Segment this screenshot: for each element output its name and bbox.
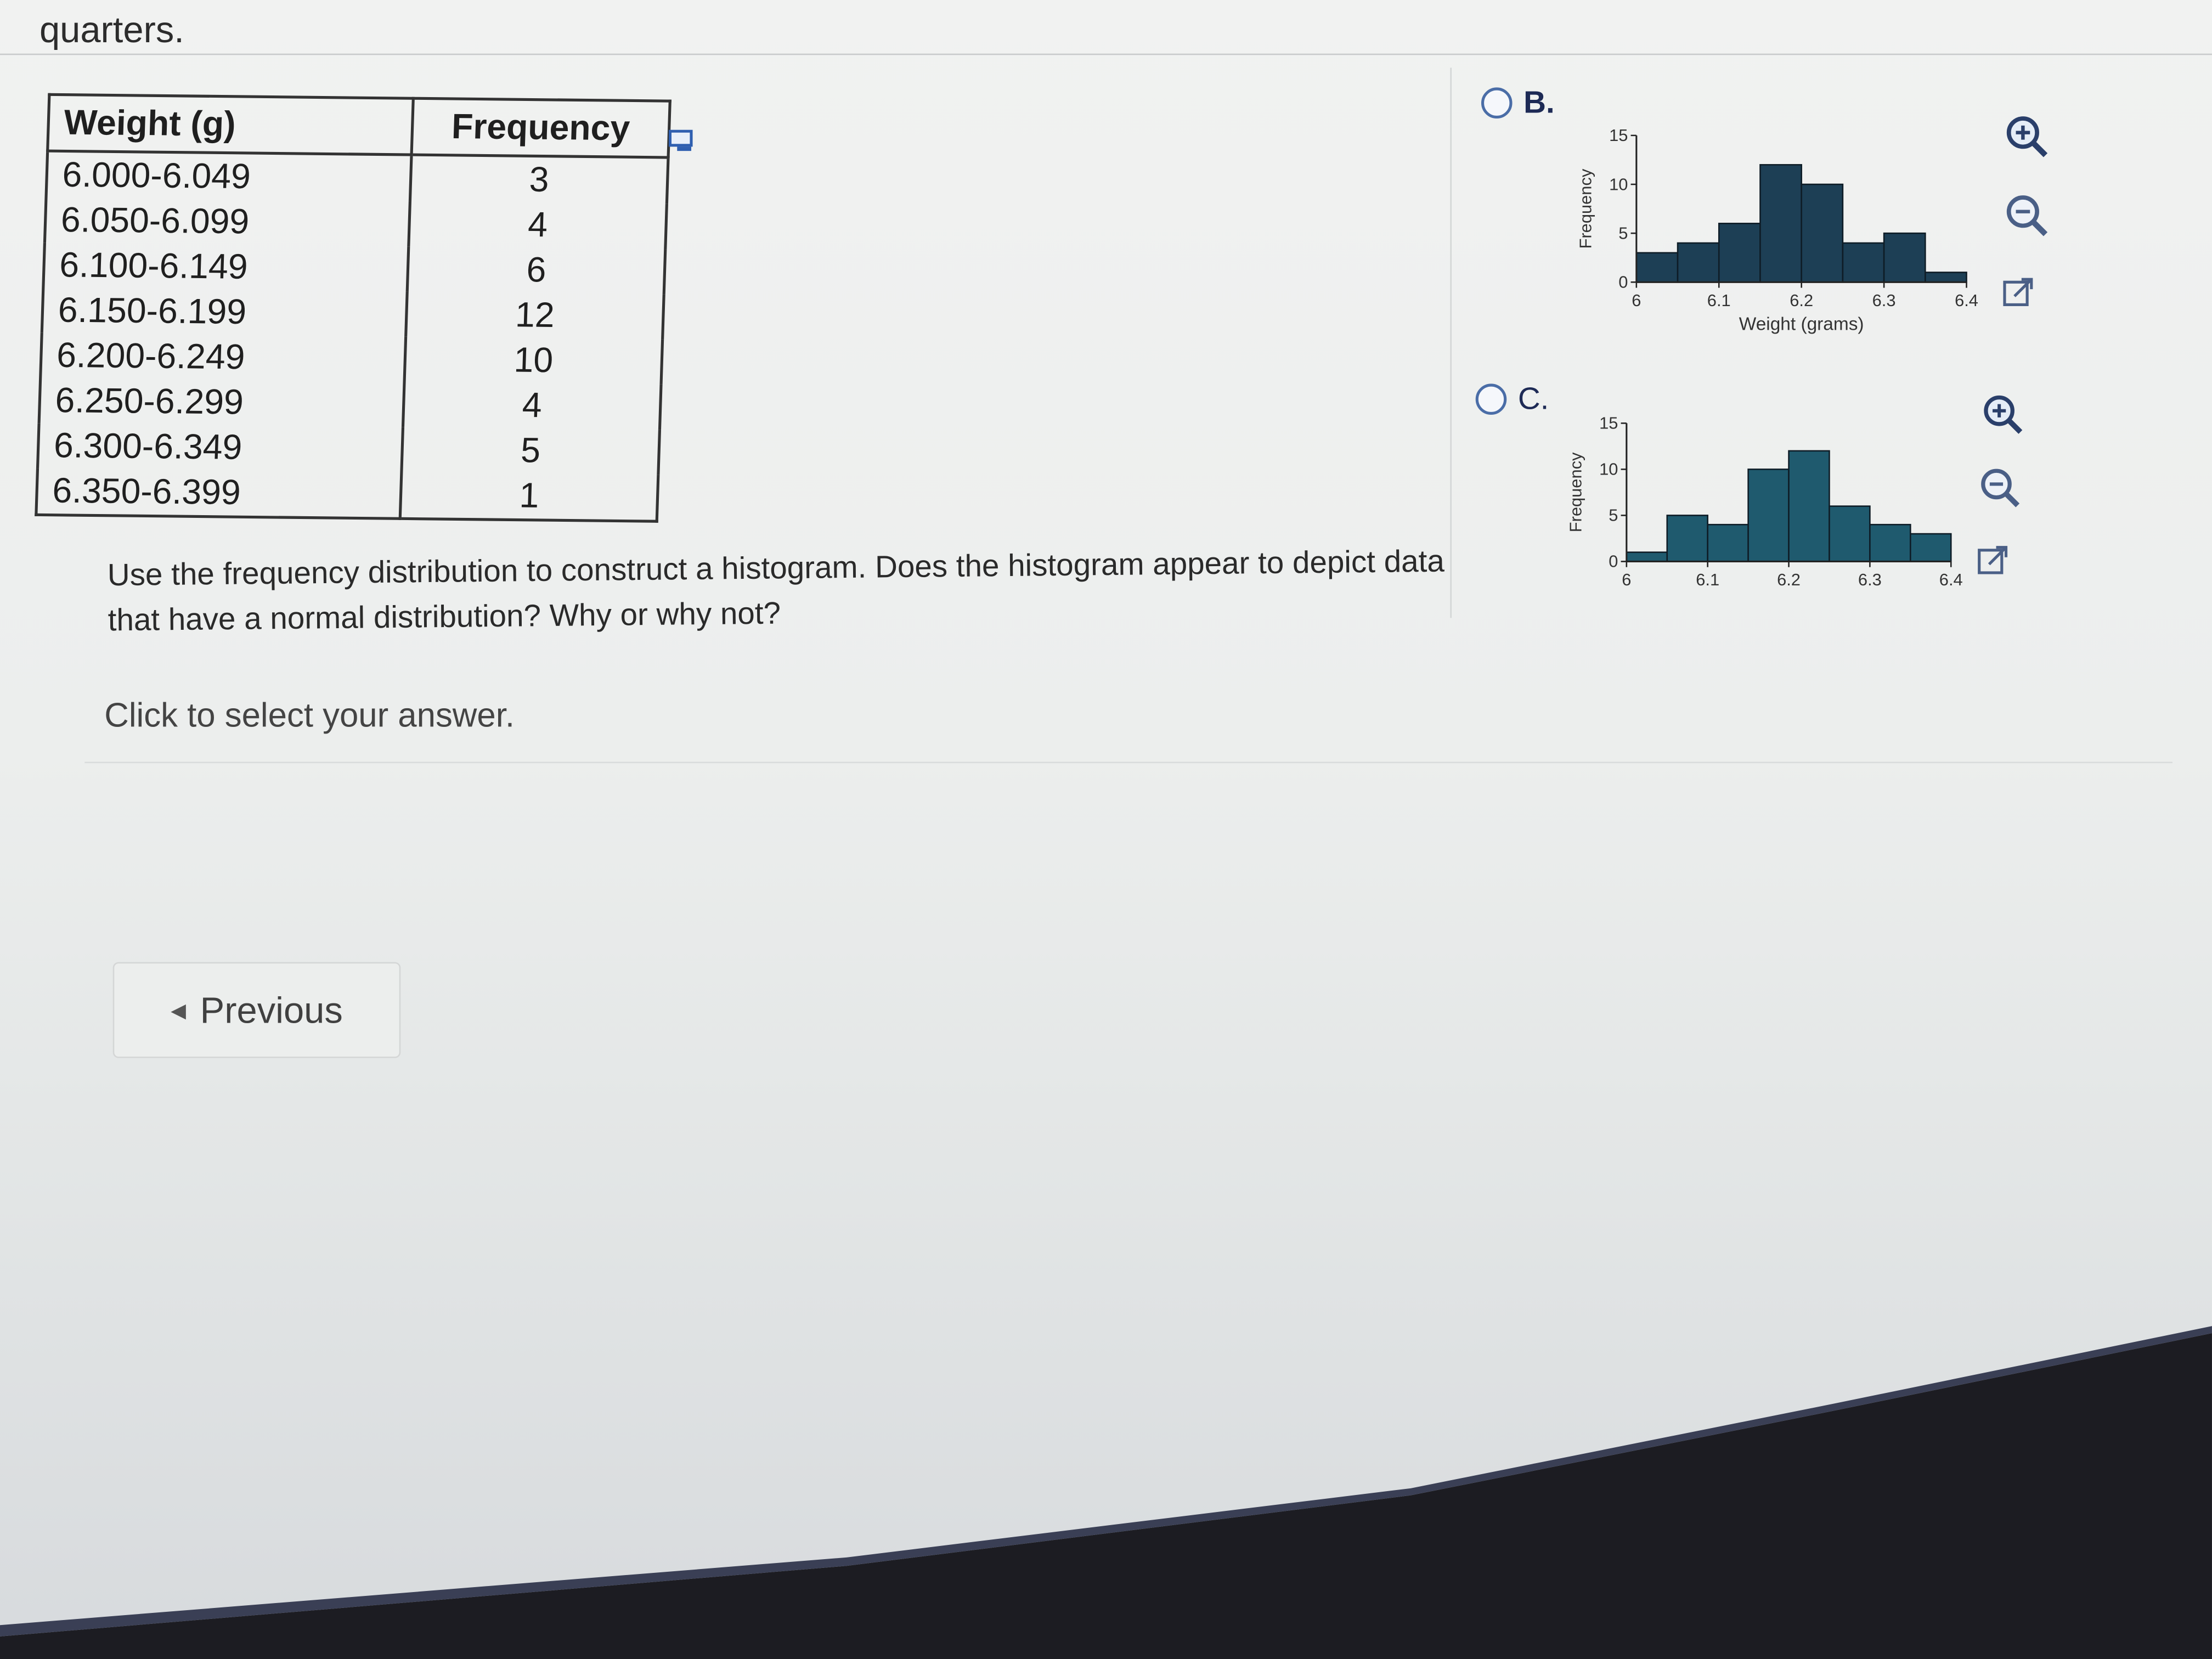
divider	[84, 761, 2172, 764]
weight-cell: 6.000-6.049	[46, 151, 412, 201]
column-header-weight: Weight (g)	[47, 94, 414, 155]
x-axis-label: Weight (grams)	[1739, 314, 1864, 335]
histogram-bar	[1829, 505, 1871, 562]
option-c-radio[interactable]	[1475, 383, 1507, 415]
histogram-bar	[1801, 183, 1844, 283]
histogram-bar	[1635, 252, 1679, 283]
frequency-cell: 3	[410, 155, 669, 204]
frequency-table: Weight (g) Frequency 6.000-6.049 3 6.050-…	[35, 93, 672, 523]
x-tick-label: 6.2	[1790, 291, 1813, 310]
popout-icon[interactable]	[1975, 541, 2012, 578]
x-tick-label: 6.3	[1858, 570, 1882, 589]
option-b-radio[interactable]	[1481, 87, 1513, 119]
x-tick-label: 6.4	[1939, 570, 1963, 589]
screen: quarters. Weight (g) Frequency 6.000-6.0…	[0, 0, 2212, 1659]
table-row: 6.300-6.349 5	[37, 423, 660, 475]
weight-cell: 6.250-6.299	[39, 378, 405, 427]
question-fragment: quarters.	[39, 8, 184, 51]
option-b-letter: B.	[1523, 84, 1555, 120]
histogram-bar	[1759, 164, 1802, 283]
table-row: 6.100-6.149 6	[43, 242, 665, 295]
y-tick-label: 0	[1609, 552, 1618, 571]
frequency-cell: 1	[400, 472, 658, 522]
frequency-cell: 6	[407, 246, 665, 295]
column-header-frequency: Frequency	[411, 98, 670, 157]
zoom-out-icon[interactable]	[1978, 466, 2023, 511]
histogram-bar	[1707, 523, 1749, 562]
x-tick-label: 6.3	[1872, 291, 1896, 310]
histogram-bar	[1788, 450, 1830, 562]
divider	[0, 53, 2212, 55]
histogram-bar	[1883, 232, 1926, 283]
y-tick-label: 5	[1609, 506, 1618, 525]
table-row: 6.200-6.249 10	[40, 332, 663, 385]
frequency-cell: 4	[408, 201, 667, 250]
table-row: 6.050-6.099 4	[44, 197, 667, 250]
y-tick-label: 15	[1599, 414, 1618, 433]
question-text: Use the frequency distribution to constr…	[107, 543, 1445, 638]
table-row: 6.350-6.399 1	[36, 468, 658, 522]
option-b[interactable]: B.	[1481, 84, 1555, 121]
table-row: 6.150-6.199 12	[42, 287, 664, 340]
column-divider	[1450, 67, 1452, 618]
histogram-c: 0 5 10 15 6 6.1 6.2 6.3 6.4 Frequency	[1566, 414, 1963, 589]
weight-cell: 6.350-6.399	[36, 468, 402, 519]
histogram-bar	[1842, 242, 1885, 283]
y-tick-label: 0	[1618, 273, 1628, 292]
weight-cell: 6.150-6.199	[42, 287, 408, 337]
answer-hint: Click to select your answer.	[104, 697, 515, 735]
x-tick-label: 6.1	[1707, 291, 1731, 310]
frequency-cell: 12	[405, 291, 664, 340]
y-axis-label: Frequency	[1566, 452, 1585, 532]
copy-table-icon[interactable]	[668, 129, 697, 153]
y-axis-label: Frequency	[1576, 168, 1595, 249]
histogram-bar	[1910, 533, 1952, 562]
histogram-bar	[1747, 469, 1790, 562]
y-tick-label: 10	[1609, 174, 1628, 194]
y-tick-label: 5	[1618, 223, 1628, 242]
frequency-cell: 10	[404, 336, 663, 385]
histogram-bar	[1718, 223, 1761, 283]
x-tick-label: 6	[1622, 570, 1631, 589]
previous-button-label: Previous	[200, 988, 343, 1031]
previous-button[interactable]: ◀ Previous	[112, 962, 401, 1058]
zoom-in-icon[interactable]	[1980, 392, 2025, 437]
histogram-bar	[1666, 515, 1708, 562]
zoom-in-icon[interactable]	[2003, 113, 2051, 161]
histogram-b: 0 5 10 15 6 6.1 6.2 6.3 6.4 Frequency Weight (gram…	[1576, 126, 1978, 335]
x-tick-label: 6.4	[1955, 291, 1978, 310]
y-tick-label: 10	[1599, 460, 1618, 479]
chevron-left-icon: ◀	[171, 998, 186, 1021]
histogram-bar	[1869, 523, 1911, 562]
table-header-row: Weight (g) Frequency	[47, 94, 670, 157]
popout-icon[interactable]	[2000, 274, 2037, 311]
x-tick-label: 6.1	[1696, 570, 1719, 589]
weight-cell: 6.300-6.349	[37, 423, 403, 472]
option-c[interactable]: C.	[1475, 381, 1549, 417]
frequency-cell: 4	[403, 381, 662, 430]
histogram-bar	[1626, 551, 1668, 562]
frequency-cell: 5	[401, 427, 660, 475]
weight-cell: 6.100-6.149	[43, 242, 409, 292]
x-tick-label: 6.2	[1777, 570, 1801, 589]
table-row: 6.000-6.049 3	[46, 151, 669, 204]
x-tick-label: 6	[1632, 291, 1641, 310]
weight-cell: 6.050-6.099	[44, 197, 410, 247]
table-row: 6.250-6.299 4	[39, 378, 662, 430]
histogram-bar	[1677, 242, 1720, 283]
weight-cell: 6.200-6.249	[40, 332, 406, 382]
y-tick-label: 15	[1609, 126, 1628, 145]
histogram-bar	[1925, 272, 1967, 283]
zoom-out-icon[interactable]	[2003, 192, 2051, 240]
